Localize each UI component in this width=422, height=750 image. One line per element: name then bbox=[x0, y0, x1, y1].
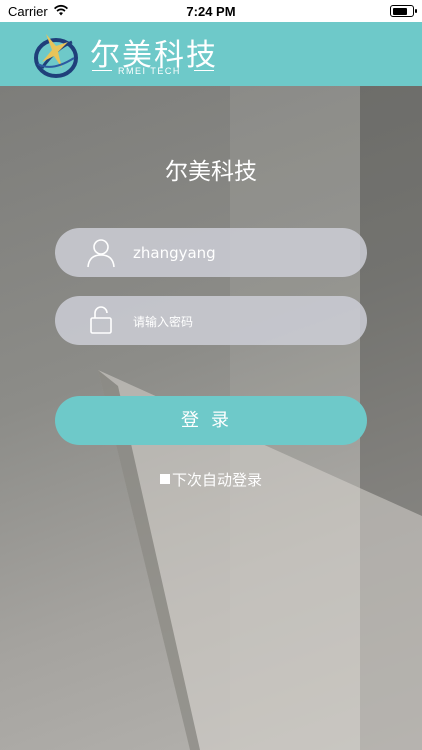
auto-login-label: 下次自动登录 bbox=[171, 471, 262, 489]
username-input[interactable] bbox=[133, 228, 353, 277]
password-input[interactable] bbox=[133, 296, 353, 345]
logo-icon bbox=[34, 34, 78, 78]
brand-divider bbox=[194, 70, 214, 71]
app-header: 尔美科技 RMEI TECH bbox=[0, 22, 422, 86]
battery-level bbox=[392, 7, 407, 15]
auto-login-option[interactable]: 下次自动登录 bbox=[0, 469, 422, 490]
login-button[interactable]: 登录 bbox=[55, 396, 367, 445]
battery-icon bbox=[390, 5, 417, 17]
password-field[interactable] bbox=[55, 296, 367, 345]
username-field[interactable] bbox=[55, 228, 367, 277]
login-screen: 尔美科技 登录 下次自动登录 bbox=[0, 86, 422, 750]
status-bar: Carrier 7:24 PM bbox=[0, 0, 422, 22]
auto-login-checkbox[interactable] bbox=[159, 473, 170, 484]
app-title: 尔美科技 bbox=[165, 159, 257, 185]
clock: 7:24 PM bbox=[186, 4, 236, 19]
brand-divider bbox=[92, 70, 112, 71]
user-icon bbox=[87, 239, 115, 268]
brand-subtitle: RMEI TECH bbox=[118, 66, 181, 76]
lock-icon bbox=[90, 306, 112, 334]
